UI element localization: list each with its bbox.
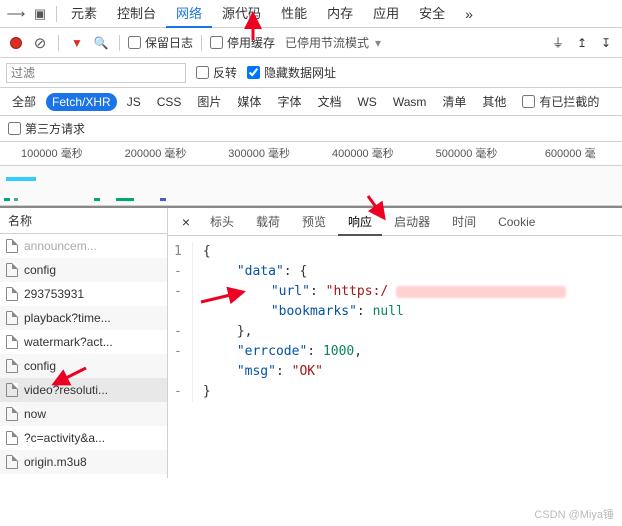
table-row[interactable]: config [0,354,167,378]
tabs-more[interactable]: » [455,0,483,28]
table-row[interactable]: config [0,258,167,282]
clear-button[interactable]: ⊘ [30,33,50,53]
response-body[interactable]: 1 -- -- - { "data": { "url": "https:/ "b… [168,236,622,408]
type-doc[interactable]: 文档 [311,91,347,112]
tab-application[interactable]: 应用 [363,0,409,28]
type-other[interactable]: 其他 [476,91,512,112]
subtab-timing[interactable]: 时间 [442,208,486,236]
subtab-payload[interactable]: 载荷 [246,208,290,236]
table-row[interactable]: video?resoluti... [0,378,167,402]
timeline-overview[interactable] [0,166,622,206]
type-manifest[interactable]: 清单 [436,91,472,112]
type-media[interactable]: 媒体 [231,91,267,112]
column-name[interactable]: 名称 [0,208,167,234]
file-icon [6,383,18,397]
type-css[interactable]: CSS [151,93,188,111]
filter-input[interactable] [6,63,186,83]
type-ws[interactable]: WS [351,93,382,111]
tab-performance[interactable]: 性能 [271,0,317,28]
tab-elements[interactable]: 元素 [61,0,107,28]
file-icon [6,359,18,373]
type-fetchxhr[interactable]: Fetch/XHR [46,93,117,111]
thirdparty-check[interactable]: 第三方请求 [8,120,85,137]
subtab-response[interactable]: 响应 [338,208,382,236]
tab-security[interactable]: 安全 [409,0,455,28]
tab-network[interactable]: 网络 [166,0,212,28]
timeline-ruler[interactable]: 100000 毫秒 200000 毫秒 300000 毫秒 400000 毫秒 … [0,142,622,166]
subtab-headers[interactable]: 标头 [200,208,244,236]
type-wasm[interactable]: Wasm [387,93,433,111]
filter-icon[interactable]: ▼ [67,33,87,53]
file-icon [6,335,18,349]
type-js[interactable]: JS [121,93,147,111]
watermark: CSDN @Miya锤 [534,506,614,522]
file-icon [6,263,18,277]
throttling-label[interactable]: 已停用节流模式 [285,34,369,51]
upload-icon[interactable]: ↥ [572,33,592,53]
table-row[interactable]: announcem... [0,234,167,258]
type-all[interactable]: 全部 [6,91,42,112]
table-row[interactable]: watermark?act... [0,330,167,354]
tab-memory[interactable]: 内存 [317,0,363,28]
dropdown-icon[interactable]: ▾ [375,36,381,50]
separator [56,6,57,22]
table-row[interactable]: origin.m3u8 [0,450,167,474]
subtab-initiator[interactable]: 启动器 [384,208,440,236]
inspect-icon[interactable]: ⟶ [4,6,28,22]
file-icon [6,407,18,421]
search-icon[interactable]: 🔍 [91,33,111,53]
table-row[interactable]: 293753931 [0,282,167,306]
file-icon [6,431,18,445]
table-row[interactable]: playback?time... [0,306,167,330]
download-icon[interactable]: ↧ [596,33,616,53]
subtab-preview[interactable]: 预览 [292,208,336,236]
tab-sources[interactable]: 源代码 [212,0,271,28]
file-icon [6,239,18,253]
disable-cache-check[interactable]: 停用缓存 [210,34,275,51]
request-list: announcem... config 293753931 playback?t… [0,234,167,474]
blocked-check[interactable]: 有已拦截的 [522,93,599,110]
file-icon [6,311,18,325]
invert-check[interactable]: 反转 [196,64,237,81]
type-font[interactable]: 字体 [271,91,307,112]
record-button[interactable] [6,33,26,53]
table-row[interactable]: ?c=activity&a... [0,426,167,450]
wifi-icon[interactable]: ⏚ [548,33,568,53]
device-toggle-icon[interactable]: ▣ [28,6,52,22]
tab-console[interactable]: 控制台 [107,0,166,28]
type-img[interactable]: 图片 [191,91,227,112]
hide-data-urls-check[interactable]: 隐藏数据网址 [247,64,336,81]
preserve-log-check[interactable]: 保留日志 [128,34,193,51]
file-icon [6,287,18,301]
file-icon [6,455,18,469]
table-row[interactable]: now [0,402,167,426]
subtab-cookie[interactable]: Cookie [488,208,545,236]
close-icon[interactable]: × [174,214,198,230]
